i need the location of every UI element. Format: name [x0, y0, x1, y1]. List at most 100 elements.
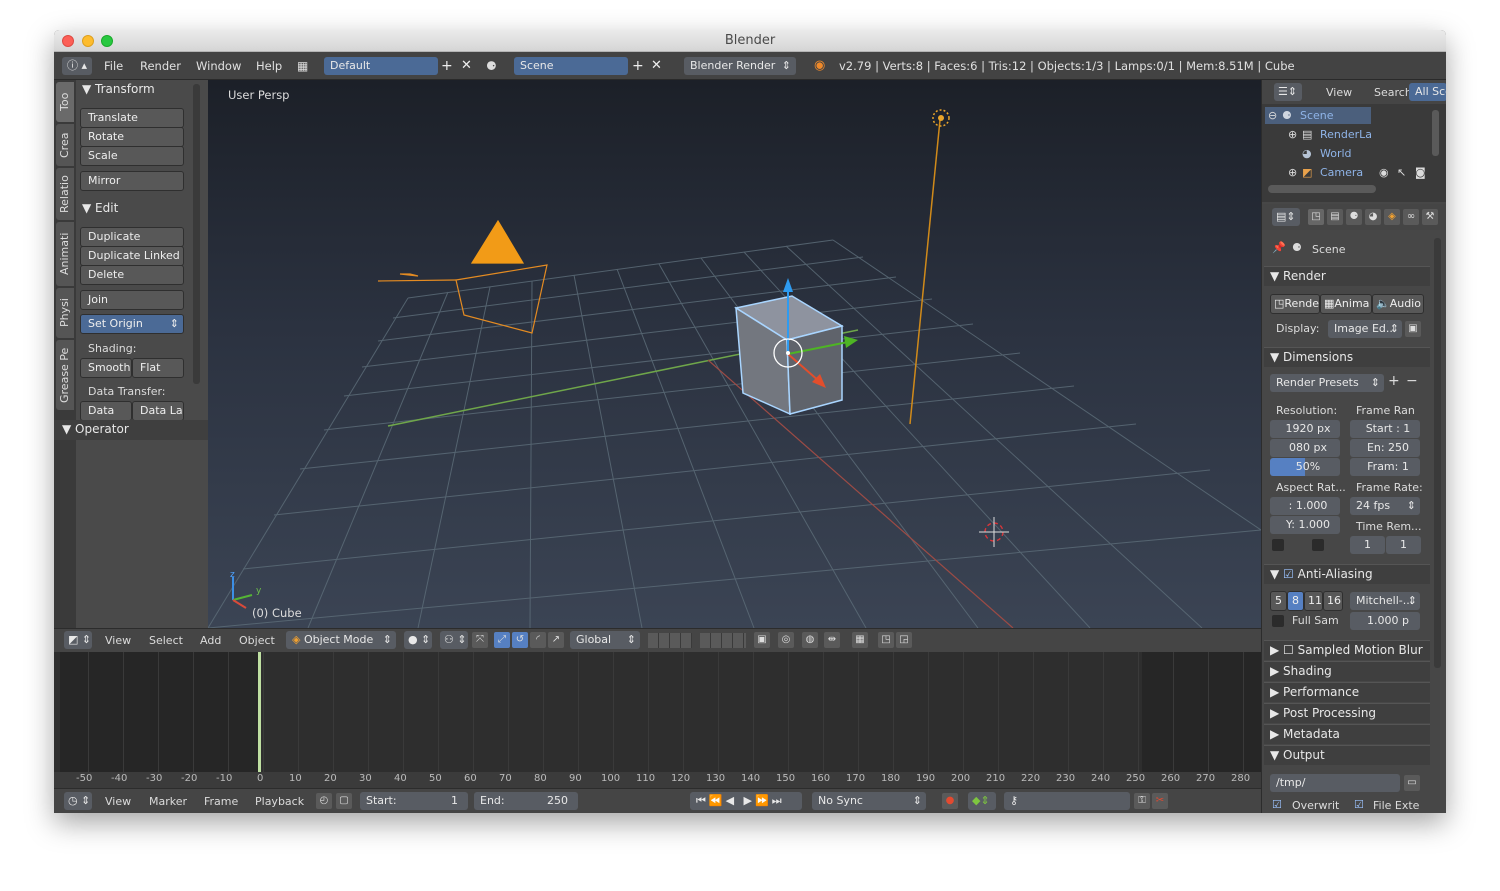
renderlayer-expand-icon[interactable]: ⊕: [1288, 128, 1297, 141]
remove-preset-icon[interactable]: −: [1406, 373, 1418, 389]
renderability-camera-icon[interactable]: ◙: [1415, 166, 1426, 179]
3d-cursor[interactable]: [979, 517, 1009, 547]
tab-tools[interactable]: Too: [56, 82, 74, 122]
tab-animation[interactable]: Animati: [56, 222, 74, 286]
lock-range-icon[interactable]: ▢: [336, 793, 352, 809]
outliner-item-camera[interactable]: Camera: [1320, 166, 1363, 179]
resolution-percentage-slider[interactable]: 50%: [1270, 458, 1340, 476]
tool-shelf-scrollbar[interactable]: [193, 84, 200, 384]
mode-dropdown[interactable]: ◈ Object Mode ⇕: [286, 631, 396, 649]
outliner-menu-view[interactable]: View: [1326, 86, 1352, 99]
aspect-x-field[interactable]: : 1.000: [1270, 497, 1340, 515]
aspect-y-field[interactable]: Y: 1.000: [1270, 516, 1340, 534]
border-checkbox[interactable]: [1272, 539, 1284, 551]
tab-relations[interactable]: Relatio: [56, 168, 74, 220]
viewport-shading-icon[interactable]: ● ⇕: [404, 631, 432, 649]
3d-viewport[interactable]: User Persp z y (0) Cube: [208, 80, 1261, 628]
set-origin-dropdown[interactable]: Set Origin ⇕: [80, 314, 184, 334]
dimensions-panel-header[interactable]: ▼ Dimensions: [1264, 347, 1430, 367]
sync-dropdown[interactable]: No Sync ⇕: [812, 792, 926, 810]
proportional-edit-icon[interactable]: ◎: [778, 632, 794, 648]
resolution-y-field[interactable]: 080 px: [1270, 439, 1340, 457]
camera-expand-icon[interactable]: ⊕: [1288, 166, 1297, 179]
time-remap-old-field[interactable]: 1: [1350, 536, 1385, 554]
playback-controls[interactable]: ⏮⏪◀ ▶⏩⏭: [690, 792, 802, 810]
resolution-x-field[interactable]: 1920 px: [1270, 420, 1340, 438]
display-dropdown[interactable]: Image Ed... ⇕: [1328, 320, 1402, 338]
viewport-scene[interactable]: [208, 80, 1261, 628]
end-frame-field[interactable]: End: 250: [474, 792, 578, 810]
render-still-button[interactable]: ◳Rende: [1270, 294, 1320, 314]
orientation-dropdown[interactable]: Global ⇕: [570, 631, 640, 649]
timeline-menu-playback[interactable]: Playback: [255, 795, 304, 808]
outliner-item-scene[interactable]: Scene: [1300, 109, 1334, 122]
scene-field[interactable]: Scene: [514, 57, 628, 75]
scene-expand-icon[interactable]: ⊖: [1268, 109, 1277, 122]
delete-keyframe-icon[interactable]: ✂: [1152, 793, 1168, 809]
normal-manipulator-icon[interactable]: ↗: [548, 632, 564, 648]
screen-layout-field[interactable]: Default: [324, 57, 438, 75]
edit-panel-header[interactable]: ▼ Edit: [82, 201, 118, 215]
preview-range-icon[interactable]: ◴: [316, 793, 332, 809]
file-extensions-checkbox[interactable]: ☑: [1354, 798, 1364, 811]
outliner-item-world[interactable]: World: [1320, 147, 1352, 160]
snap-element-icon[interactable]: ⇹: [824, 632, 840, 648]
render-audio-button[interactable]: 🔈Audio: [1372, 294, 1424, 314]
aa-filter-size-field[interactable]: 1.000 p: [1350, 612, 1420, 630]
shading-panel-header[interactable]: ▶ Shading: [1264, 661, 1430, 681]
menu-help[interactable]: Help: [256, 52, 282, 80]
opengl-render-icon[interactable]: ◳: [878, 632, 894, 648]
time-remap-new-field[interactable]: 1: [1386, 536, 1421, 554]
mirror-button[interactable]: Mirror: [80, 171, 184, 191]
frame-start-field[interactable]: Start : 1: [1350, 420, 1420, 438]
object-context-icon[interactable]: ◈: [1384, 209, 1400, 225]
properties-scrollbar[interactable]: [1434, 238, 1441, 668]
anti-aliasing-checkbox[interactable]: ☑: [1283, 567, 1294, 581]
tab-physics[interactable]: Physi: [56, 288, 74, 338]
outliner-horizontal-scrollbar[interactable]: [1268, 185, 1376, 193]
render-presets-dropdown[interactable]: Render Presets ⇕: [1270, 374, 1384, 392]
full-sample-checkbox[interactable]: [1272, 615, 1284, 627]
insert-keyframe-icon[interactable]: ⚿: [1134, 793, 1150, 809]
menu-object[interactable]: Object: [239, 634, 275, 647]
pivot-point-icon[interactable]: ⚇ ⇕: [440, 631, 468, 649]
tab-grease-pencil[interactable]: Grease Pe: [56, 340, 74, 410]
overwrite-checkbox[interactable]: ☑: [1272, 798, 1282, 811]
frame-rate-dropdown[interactable]: 24 fps ⇕: [1350, 497, 1420, 515]
delete-scene-icon[interactable]: ✕: [651, 57, 662, 75]
flat-button[interactable]: Flat: [132, 358, 184, 378]
editor-type-timeline-icon[interactable]: ◷ ⇕: [64, 792, 92, 810]
outliner-vertical-scrollbar[interactable]: [1432, 110, 1439, 156]
constraints-context-icon[interactable]: ∞: [1403, 209, 1419, 225]
add-scene-icon[interactable]: +: [632, 57, 644, 75]
output-path-field[interactable]: /tmp/: [1270, 774, 1400, 792]
translate-manipulator-icon[interactable]: ⤢: [494, 632, 510, 648]
render-engine-dropdown[interactable]: Blender Render ⇕: [684, 57, 796, 75]
post-processing-panel-header[interactable]: ▶ Post Processing: [1264, 703, 1430, 723]
outliner-menu-search[interactable]: Search: [1374, 86, 1412, 99]
aa-samples-8[interactable]: 8: [1287, 591, 1304, 611]
zoom-button[interactable]: [101, 35, 113, 47]
render-panel-header[interactable]: ▼ Render: [1264, 266, 1430, 286]
data-layout-button[interactable]: Data La: [132, 401, 184, 421]
screen-layout-icon[interactable]: ▦: [297, 59, 313, 73]
keying-set-field[interactable]: ⚷: [1004, 792, 1130, 810]
minimize-button[interactable]: [82, 35, 94, 47]
menu-render[interactable]: Render: [140, 52, 181, 80]
translate-button[interactable]: Translate: [80, 108, 184, 128]
render-context-icon[interactable]: ◳: [1308, 209, 1324, 225]
timeline-menu-frame[interactable]: Frame: [204, 795, 238, 808]
menu-select[interactable]: Select: [149, 634, 183, 647]
keying-icon[interactable]: ◆⇕: [968, 792, 996, 810]
operator-panel-header[interactable]: ▼ Operator: [62, 422, 129, 436]
output-panel-header[interactable]: ▼ Output: [1264, 745, 1430, 765]
visibility-eye-icon[interactable]: ◉: [1379, 166, 1389, 179]
opengl-anim-icon[interactable]: ◲: [896, 632, 912, 648]
join-button[interactable]: Join: [80, 290, 184, 310]
delete-button[interactable]: Delete: [80, 265, 184, 285]
metadata-panel-header[interactable]: ▶ Metadata: [1264, 724, 1430, 744]
layers-block-1[interactable]: [648, 633, 692, 648]
outliner-item-renderlayers[interactable]: RenderLa: [1320, 128, 1372, 141]
scene-context-icon[interactable]: ⚈: [1346, 209, 1362, 225]
frame-step-field[interactable]: Fram: 1: [1350, 458, 1420, 476]
